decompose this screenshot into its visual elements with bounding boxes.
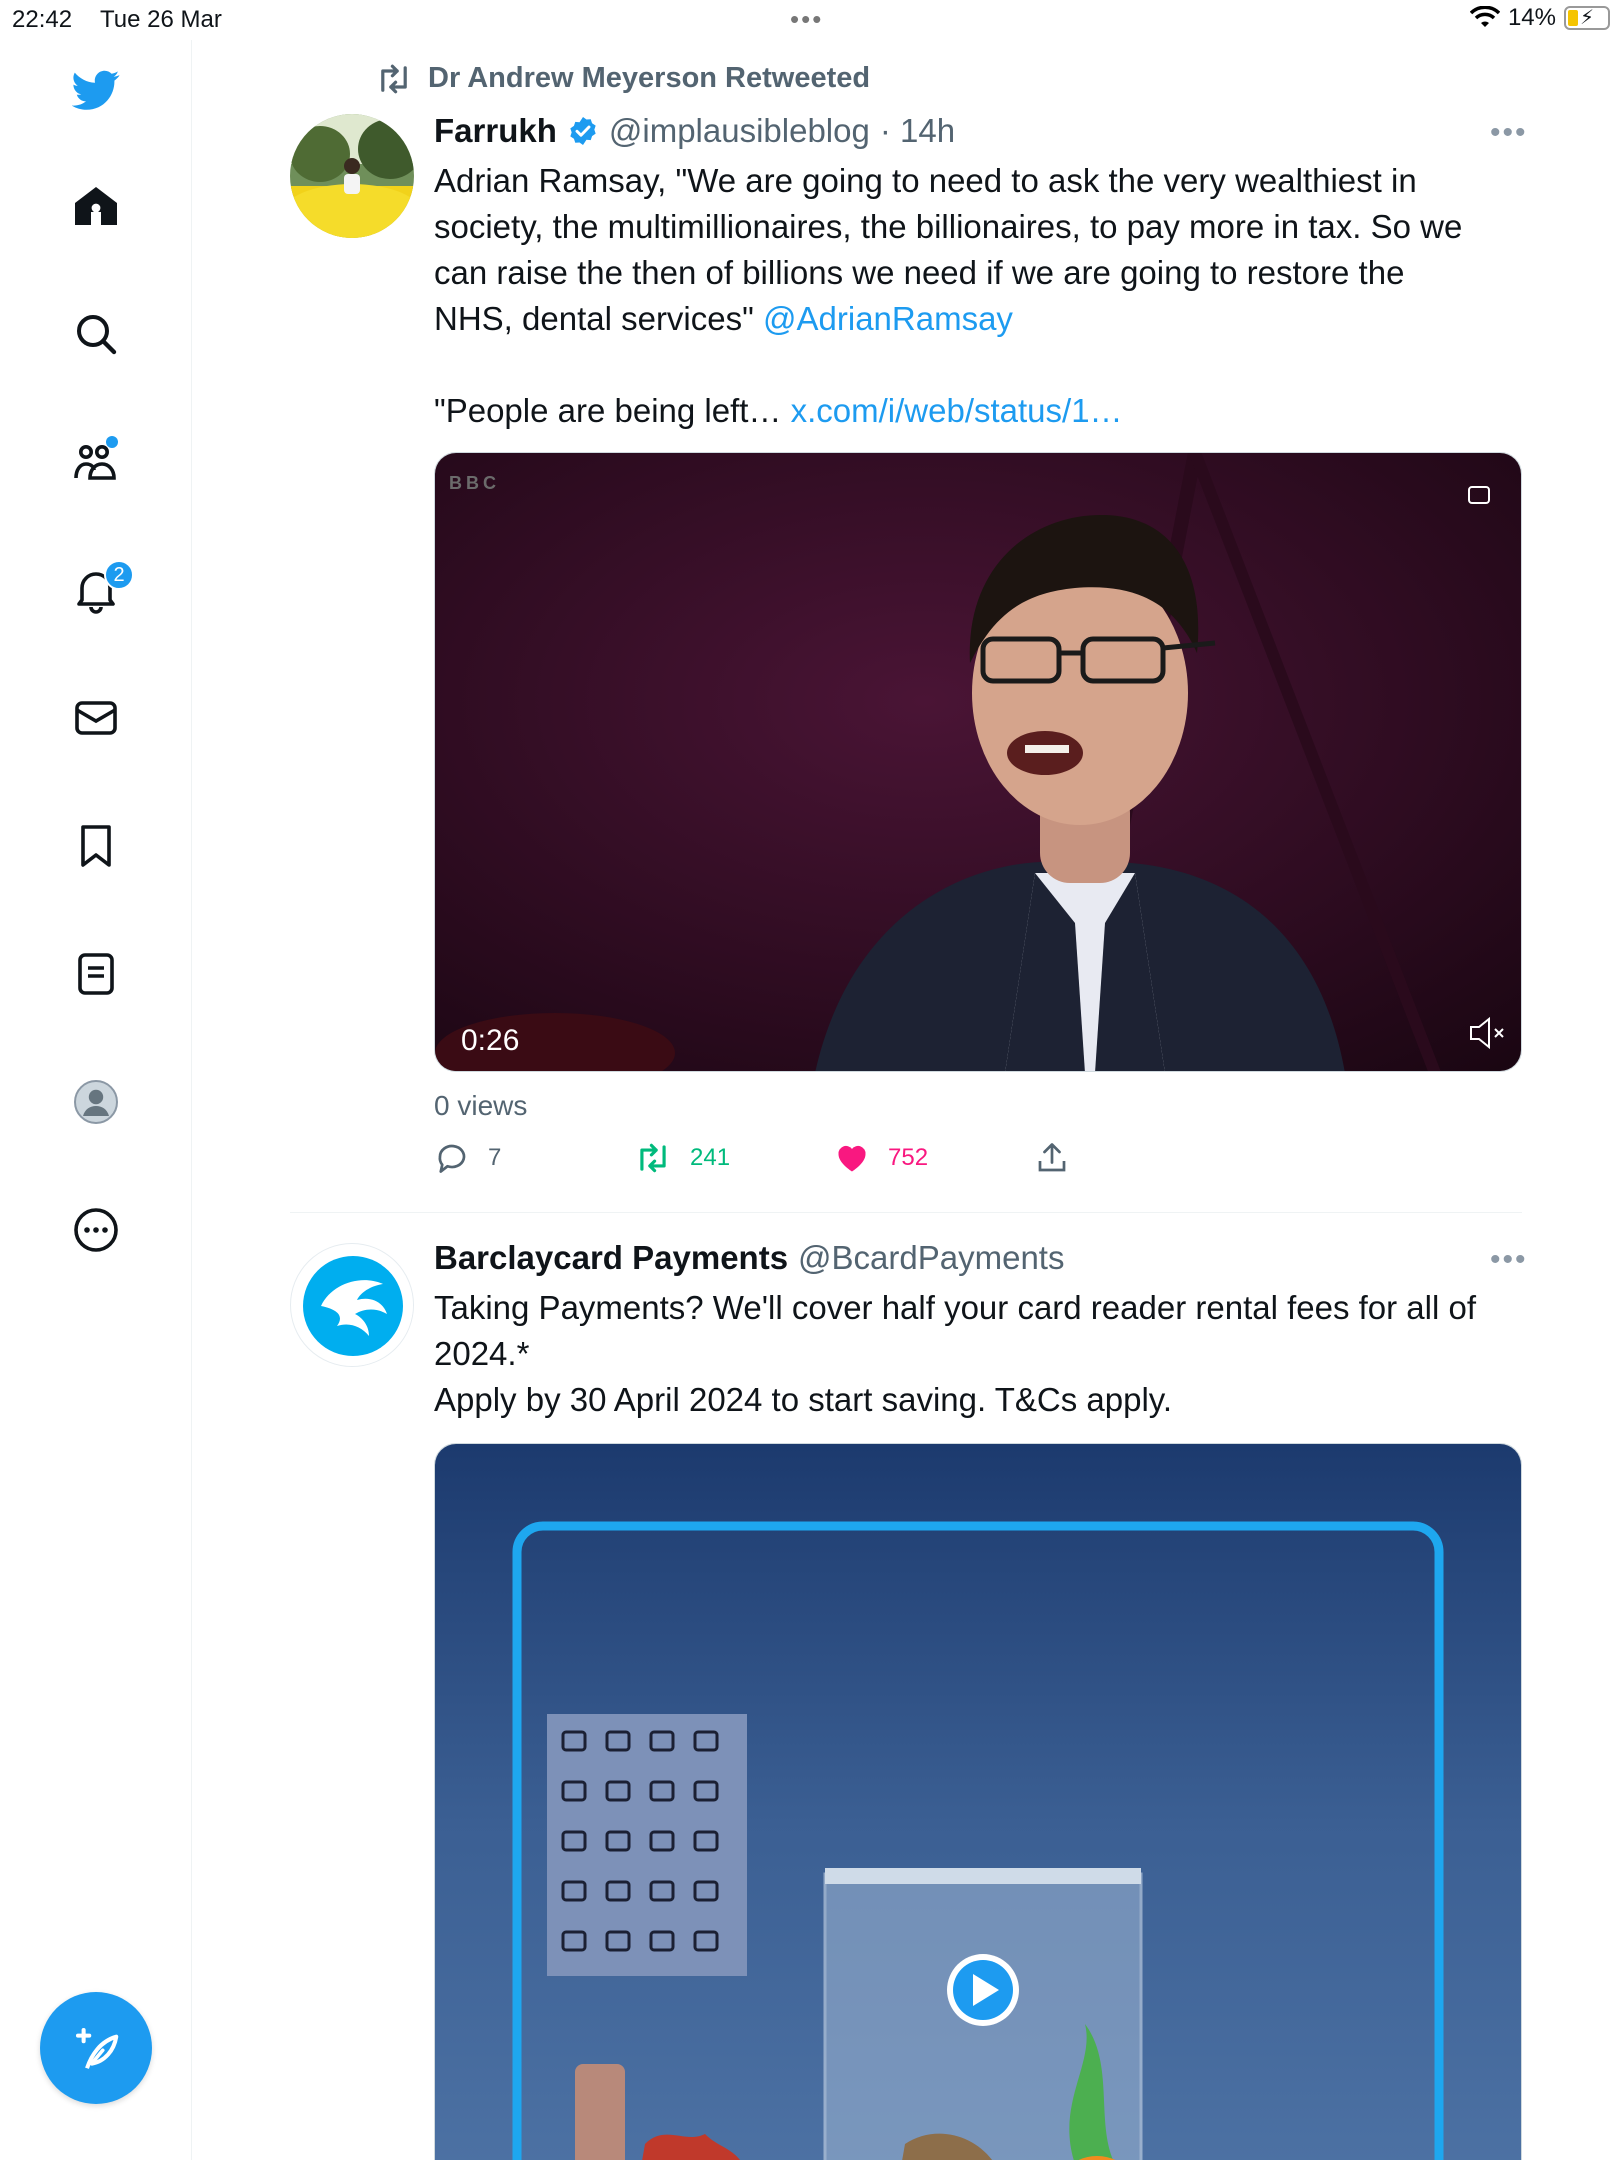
like-count: 752 (888, 1144, 929, 1171)
sidebar: 2 (0, 40, 192, 2160)
tweet-actions: 7 241 752 (434, 1140, 1522, 1184)
avatar[interactable] (290, 114, 414, 238)
profile-icon[interactable] (56, 1062, 136, 1142)
multitasking-dots-icon[interactable]: ••• (790, 4, 823, 35)
reply-count: 7 (488, 1144, 502, 1171)
twitter-logo-icon[interactable] (56, 50, 136, 130)
video-frame (435, 1444, 1521, 2160)
retweet-button[interactable]: 241 (634, 1140, 730, 1176)
tweet-text-segment: NHS, dental services" (434, 300, 764, 337)
author-handle[interactable]: @BcardPayments (798, 1239, 1064, 1277)
tweet-header: Barclaycard Payments @BcardPayments (434, 1239, 1064, 1277)
tweet-url-link[interactable]: x.com/i/web/status/1… (791, 392, 1123, 429)
tweet-text-line: NHS, dental services" @AdrianRamsay (434, 296, 1514, 342)
tweet-timestamp[interactable]: · 14h (880, 112, 955, 150)
heart-icon (838, 1145, 866, 1172)
view-count: 0 views (434, 1090, 528, 1121)
retweet-count: 241 (690, 1144, 731, 1171)
avatar[interactable] (290, 1243, 414, 1367)
notifications-icon[interactable]: 2 (56, 550, 136, 630)
status-date: Tue 26 Mar (100, 6, 222, 33)
tweet-text-line: society, the multimillionaires, the bill… (434, 208, 1463, 245)
retweet-context-icon (381, 64, 407, 93)
lists-icon[interactable] (56, 934, 136, 1014)
retweet-context: Dr Andrew Meyerson Retweeted (374, 62, 870, 95)
verified-badge-icon (570, 117, 596, 145)
tweet-text-line: 2024.* (434, 1335, 530, 1372)
video-duration: 0:26 (461, 1024, 519, 1057)
tweet[interactable]: Dr Andrew Meyerson Retweeted Farrukh @im… (290, 40, 1526, 1212)
tweet-text-line: Taking Payments? We'll cover half your c… (434, 1289, 1477, 1326)
search-icon[interactable] (56, 294, 136, 374)
tweet-text-line: "People are being left… x.com/i/web/stat… (434, 388, 1514, 434)
author-handle[interactable]: @implausibleblog (609, 112, 870, 150)
more-icon[interactable] (56, 1190, 136, 1270)
new-activity-dot (106, 436, 118, 448)
tweet-text-line: can raise the then of billions we need i… (434, 254, 1405, 291)
messages-icon[interactable] (56, 678, 136, 758)
battery-percent: 14% (1507, 4, 1556, 31)
notification-count-badge: 2 (104, 560, 134, 590)
share-button[interactable] (1034, 1140, 1070, 1176)
mention-link[interactable]: @AdrianRamsay (763, 300, 1013, 337)
tweet-text-line: Adrian Ramsay, "We are going to need to … (434, 162, 1417, 199)
retweet-icon (640, 1143, 666, 1173)
bookmarks-icon[interactable] (56, 806, 136, 886)
author-name[interactable]: Barclaycard Payments (434, 1239, 788, 1277)
author-name[interactable]: Farrukh (434, 112, 557, 150)
video-frame: BBC 0:26 (435, 453, 1521, 1071)
wifi-icon (1469, 6, 1500, 27)
communities-icon[interactable] (56, 422, 136, 502)
battery-icon: ⚡ (1564, 6, 1610, 30)
status-bar: 22:42 Tue 26 Mar ••• 14% ⚡ (0, 0, 1620, 40)
tweet[interactable]: Barclaycard Payments @BcardPayments ••• … (290, 1213, 1526, 2160)
status-indicators: 14% ⚡ (1469, 4, 1610, 32)
share-icon (1038, 1143, 1066, 1172)
promoted-video[interactable] (434, 1443, 1522, 2160)
compose-tweet-button[interactable] (40, 1992, 152, 2104)
like-button[interactable]: 752 (834, 1140, 928, 1176)
video-player[interactable]: BBC 0:26 (434, 452, 1522, 1072)
broadcaster-logo: BBC (449, 473, 500, 493)
retweeted-by-label[interactable]: Dr Andrew Meyerson Retweeted (428, 62, 870, 95)
home-icon[interactable] (56, 166, 136, 246)
compose-feather-icon (75, 2027, 119, 2069)
more-options-icon[interactable]: ••• (1490, 116, 1528, 150)
reply-icon (438, 1144, 466, 1173)
tweet-header: Farrukh @implausibleblog · 14h (434, 112, 955, 150)
status-time: 22:42 (12, 6, 73, 33)
tweet-text: Taking Payments? We'll cover half your c… (434, 1285, 1514, 1423)
tweet-text: Adrian Ramsay, "We are going to need to … (434, 158, 1514, 434)
tweet-text-segment: "People are being left… (434, 392, 791, 429)
reply-button[interactable]: 7 (434, 1140, 501, 1176)
more-options-icon[interactable]: ••• (1490, 1243, 1528, 1277)
tweet-text-line: Apply by 30 April 2024 to start saving. … (434, 1381, 1173, 1418)
